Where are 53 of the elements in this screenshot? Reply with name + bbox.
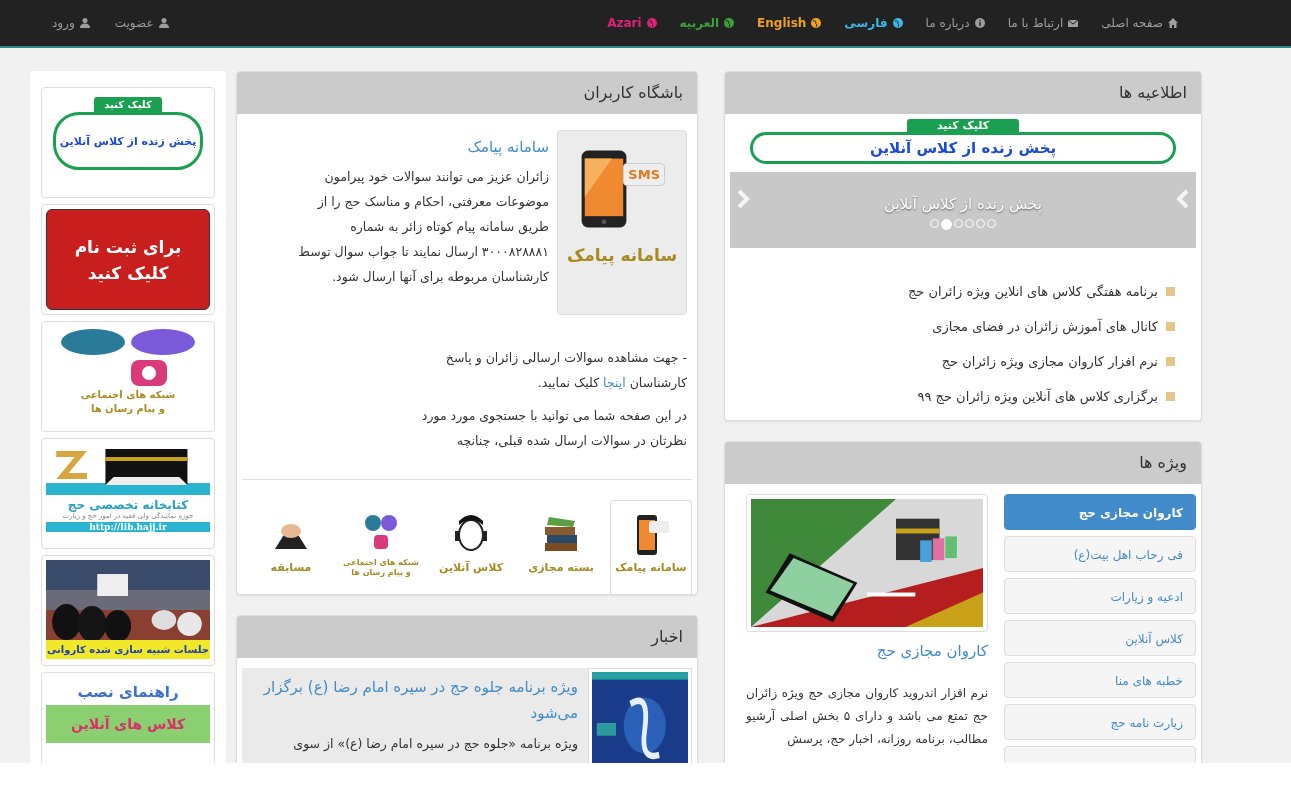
tab-pill[interactable]: زیارت نامه حج	[1004, 704, 1196, 740]
tab-pill[interactable]: فی رحاب اهل بیت(ع)	[1004, 536, 1196, 572]
panel-title: اطلاعیه ها	[725, 72, 1201, 114]
language-link[interactable]: العربیه	[679, 16, 736, 30]
announcement-link[interactable]: برنامه هفتگی کلاس های انلاین ویژه زائران حج	[907, 284, 1158, 299]
description-text: در این صفحه شما می توانید با جستجوی مورد مورد نظرتان در سوالات ارسال شده قبلی، چنانچه	[420, 407, 687, 451]
tab-pill[interactable]: کلاس آنلاین	[1004, 620, 1196, 656]
service-tab[interactable]: بسته مجازی	[520, 500, 602, 594]
bullet-icon	[1166, 322, 1175, 331]
nav-link[interactable]: ارتباط با ما	[1007, 16, 1080, 30]
info-icon	[973, 17, 986, 29]
news-summary: ویژه برنامه «جلوه حج در سیره امام رضا (ع)» از سوی	[292, 736, 578, 751]
home-icon	[1167, 17, 1179, 29]
panel-title: ویژه ها	[725, 442, 1201, 484]
tab-pill[interactable]: ادعیه و زیارات	[1004, 578, 1196, 614]
instruction-text: - جهت مشاهده سوالات ارسالی زائران و پاسخ کارشناسان اینجا کلیک نمایید.	[444, 349, 687, 392]
feature-description: نرم افزار اندروید کاروان مجازی حج ویژه زائران حج تمتع می باشد و دارای ۵ بخش اصلی آرشیو مطالب، برنامه روزانه، اخبار حج، پرسش	[746, 685, 988, 749]
tab-pill[interactable]: خطبه های منا	[1004, 662, 1196, 698]
service-tab[interactable]: سامانه پیامک	[610, 500, 692, 594]
media-title-link[interactable]: سامانه پیامک	[247, 138, 549, 156]
nav-link[interactable]: درباره ما	[925, 16, 986, 30]
announcement-link[interactable]: برگزاری کلاس های آنلاین ویژه زائران حج ۹۹	[917, 389, 1158, 404]
globe-icon	[891, 17, 904, 29]
account-link[interactable]: عضویت	[114, 16, 170, 30]
globe-icon	[645, 17, 658, 29]
nav-link[interactable]: صفحه اصلی	[1101, 16, 1179, 30]
phone-icon	[579, 149, 629, 229]
announcement-link[interactable]: نرم افزار کاروان مجازی ویژه زائران حج	[941, 354, 1158, 369]
tab-pill[interactable]: کاروان مجازی حج	[1004, 494, 1196, 530]
media-description: زائران عزیز می توانند سوالات خود پیرامون موضوعات معرفتی، احکام و مناسک حج را از طریق سامانه پیام کوتاه زائر به شماره ۳۰۰۰۸۲۸۸۸۱ ارسال نمایند تا جواب سوال توسط کارشناسان مربوطه برای آنها ارسال شود.	[297, 168, 549, 287]
globe-icon	[723, 17, 736, 29]
user-icon	[157, 17, 170, 29]
here-link[interactable]: اینجا	[603, 375, 626, 390]
user-icon	[78, 17, 91, 29]
bullet-icon	[1166, 357, 1175, 366]
language-link[interactable]: English	[757, 16, 823, 30]
envelope-icon	[1067, 17, 1080, 29]
service-tab[interactable]: مسابقه	[250, 500, 332, 594]
panel-title: اخبار	[237, 616, 697, 658]
feature-title-link[interactable]: کاروان مجازی حج	[746, 642, 988, 660]
panel-title: باشگاه کاربران	[237, 72, 697, 114]
bullet-icon	[1166, 392, 1175, 401]
service-tab[interactable]: شبکه های اجتماعی و پیام رسان ها	[340, 500, 422, 594]
service-tab[interactable]: کلاس آنلاین	[430, 500, 512, 594]
news-title-link[interactable]: ویژه برنامه جلوه حج در سیره امام رضا (ع) برگزار می‌شود	[252, 674, 578, 726]
language-link[interactable]: فارسی	[844, 16, 904, 30]
bullet-icon	[1166, 287, 1175, 296]
registration-banner[interactable]: برای ثبت نام کلیک کنید	[46, 209, 210, 310]
announcement-link[interactable]: کانال های آموزش زائران در فضای مجازی	[932, 319, 1158, 334]
language-link[interactable]: Azari	[607, 16, 658, 30]
carousel-dot[interactable]	[941, 218, 952, 230]
globe-icon	[810, 17, 823, 29]
account-link[interactable]: ورود	[52, 16, 91, 30]
